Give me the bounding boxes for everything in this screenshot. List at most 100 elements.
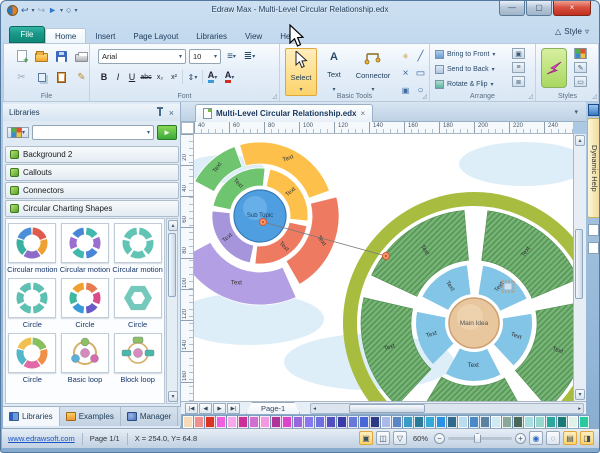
color-swatch[interactable] [260, 416, 270, 428]
superscript-button[interactable]: x² [168, 74, 180, 81]
color-swatch[interactable] [282, 416, 292, 428]
color-swatch[interactable] [293, 416, 303, 428]
hscroll-right-icon[interactable]: ▸ [578, 406, 581, 412]
document-close-icon[interactable]: × [360, 109, 365, 118]
color-swatch[interactable] [557, 416, 567, 428]
last-page-button[interactable]: ▶| [227, 403, 240, 414]
shape-item[interactable]: Circular motion [6, 223, 58, 274]
color-swatch[interactable] [568, 416, 578, 428]
document-tab[interactable]: Multi-Level Circular Relationship.edx × [195, 104, 373, 122]
color-swatch[interactable] [535, 416, 545, 428]
shape-item[interactable]: Basic loop [59, 333, 111, 384]
color-swatch[interactable] [447, 416, 457, 428]
library-go-button[interactable]: ► [157, 125, 177, 140]
color-swatch[interactable] [227, 416, 237, 428]
color-swatch[interactable] [194, 416, 204, 428]
zoom-region-button[interactable]: ◌ [546, 431, 560, 445]
tab-page-layout[interactable]: Page Layout [124, 29, 187, 43]
panel-tab-examples[interactable]: Examples [60, 407, 121, 426]
cross-tool-button[interactable]: × [398, 66, 413, 80]
strikethrough-button[interactable]: abc [140, 74, 152, 81]
prev-page-button[interactable]: ◀ [199, 403, 212, 414]
drawing-canvas[interactable]: TextTextTextTextTextTextTextTextTextText… [194, 134, 573, 401]
style-control[interactable]: △ Style ▿ [555, 27, 589, 36]
quick-styles-button[interactable] [541, 48, 567, 88]
rectangle-tool-button[interactable]: ▭ [413, 66, 428, 80]
color-swatch[interactable] [238, 416, 248, 428]
panel-tab-libraries[interactable]: Libraries [3, 407, 60, 426]
view-normal-button[interactable]: ▣ [359, 431, 373, 445]
color-swatch[interactable] [414, 416, 424, 428]
tab-overflow-icon[interactable]: ▾ [574, 108, 578, 116]
font-family-combobox[interactable]: Arial▾ [98, 49, 186, 64]
color-swatch[interactable] [381, 416, 391, 428]
color-swatch[interactable] [491, 416, 501, 428]
new-document-button[interactable] [14, 49, 29, 63]
bullet-list-button[interactable]: ≣▾ [242, 50, 257, 64]
color-swatch[interactable] [304, 416, 314, 428]
color-swatch[interactable] [205, 416, 215, 428]
canvas-vscrollbar[interactable]: ▴ ▾ [573, 134, 586, 401]
shape-item[interactable]: Circle [59, 278, 111, 329]
star-tool-button[interactable]: ✳ [398, 49, 413, 63]
color-swatch[interactable] [348, 416, 358, 428]
color-swatch[interactable] [183, 416, 193, 428]
shape-item[interactable]: Circle [6, 278, 58, 329]
page-tab[interactable]: Page-1 [246, 402, 300, 414]
send-to-back-button[interactable]: Send to Back▾ [435, 62, 495, 77]
color-swatch[interactable] [337, 416, 347, 428]
panel-tab-manager[interactable]: Manager [121, 407, 179, 426]
library-category[interactable]: Connectors [5, 182, 179, 199]
color-swatch[interactable] [359, 416, 369, 428]
text-tool-button[interactable]: A Text ▾ [320, 48, 348, 96]
zoom-slider-thumb[interactable] [474, 433, 481, 443]
align-button[interactable]: ≡▾ [224, 50, 239, 64]
color-swatch[interactable] [436, 416, 446, 428]
color-swatch[interactable] [513, 416, 523, 428]
tab-view[interactable]: View [236, 29, 271, 43]
tab-insert[interactable]: Insert [86, 29, 124, 43]
group-shapes-button[interactable]: ▣ [512, 48, 525, 59]
shapes-scrollbar-thumb[interactable] [168, 233, 176, 297]
first-page-button[interactable]: |◀ [185, 403, 198, 414]
library-search-combobox[interactable]: ▾ [32, 125, 154, 140]
tab-home[interactable]: Home [45, 28, 86, 43]
library-category[interactable]: Circular Charting Shapes [5, 200, 179, 217]
canvas-hscrollbar[interactable]: ◂ ▸ [310, 403, 584, 414]
color-swatch[interactable] [403, 416, 413, 428]
shapes-scrollbar[interactable]: ▴ ▾ [166, 218, 178, 404]
scroll-up-icon[interactable]: ▴ [168, 220, 178, 231]
shape-item[interactable]: Circle [112, 278, 164, 329]
close-button[interactable]: × [553, 1, 591, 16]
line-spacing-button[interactable]: ⇕▾ [185, 70, 200, 84]
pin-icon[interactable] [159, 109, 161, 116]
refresh-zoom-button[interactable]: ◉ [529, 431, 543, 445]
color-swatch[interactable] [271, 416, 281, 428]
color-swatch[interactable] [524, 416, 534, 428]
tab-file[interactable]: File [9, 26, 45, 43]
doc-page-icon-1[interactable] [588, 224, 599, 236]
line-tool-button[interactable]: ╱ [413, 49, 428, 63]
fit-page-button[interactable]: ◨ [580, 431, 594, 445]
line-style-button[interactable]: ▭ [574, 76, 587, 87]
open-button[interactable] [34, 49, 49, 63]
color-swatch[interactable] [315, 416, 325, 428]
maximize-button[interactable]: ▢ [526, 1, 552, 16]
connector-tool-button[interactable]: Connector ▾ [351, 48, 395, 96]
shape-item[interactable]: Circular motion [112, 223, 164, 274]
zoom-in-button[interactable]: + [515, 433, 526, 444]
print-button[interactable] [74, 49, 89, 63]
color-swatch[interactable] [469, 416, 479, 428]
zoom-out-button[interactable]: − [434, 433, 445, 444]
view-presentation-button[interactable]: ▽ [393, 431, 407, 445]
color-swatch[interactable] [458, 416, 468, 428]
distribute-shapes-button[interactable]: ≣ [512, 76, 525, 87]
doc-page-icon-2[interactable] [588, 242, 599, 254]
shape-item[interactable]: Circle [6, 333, 58, 384]
color-swatch[interactable] [480, 416, 490, 428]
font-size-combobox[interactable]: 10▾ [189, 49, 221, 64]
subscript-button[interactable]: x₂ [154, 74, 166, 81]
copy-button[interactable] [34, 70, 49, 84]
shape-item[interactable]: Block loop [112, 333, 164, 384]
view-split-button[interactable]: ◫ [376, 431, 390, 445]
